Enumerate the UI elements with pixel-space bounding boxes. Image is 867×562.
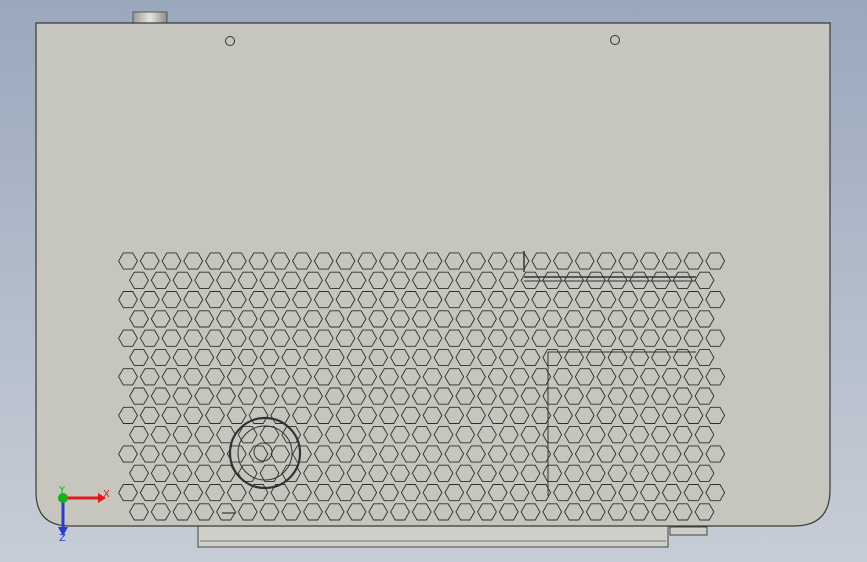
bottom-rail [197,523,669,548]
z-axis-label: Z [59,533,66,544]
top-connector [132,11,168,25]
x-axis-label: X [103,489,110,500]
y-axis-label: Y [58,485,66,496]
cad-viewport[interactable]: X Y Z [0,0,867,562]
mounting-hole-right [610,35,620,45]
bottom-rail-tab [669,526,708,536]
mounting-hole-left [225,36,235,46]
